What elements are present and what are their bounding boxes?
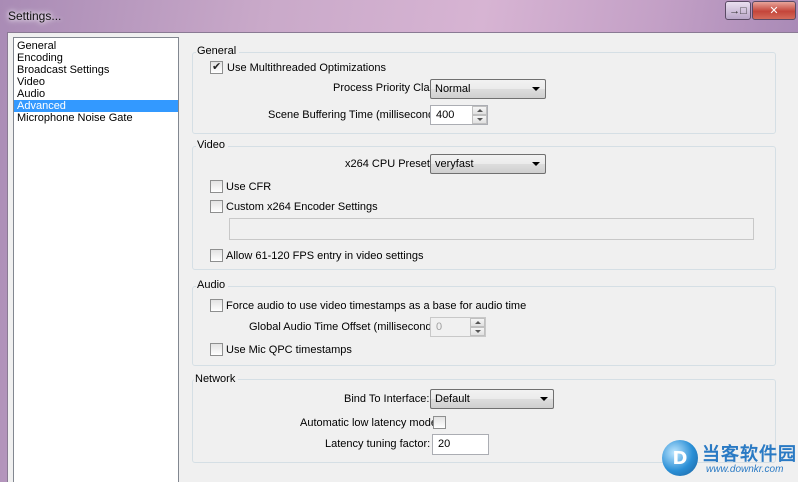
spin-up-icon[interactable] [472,106,487,115]
sidebar-item-encoding[interactable]: Encoding [14,52,178,64]
spin-down-icon[interactable] [470,327,485,336]
force-timestamps-checkbox[interactable] [210,299,223,312]
settings-window: Settings... →□ ✕ General Encoding Broadc… [0,0,798,482]
help-icon: →□ [729,4,747,17]
watermark-url: www.downkr.com [706,464,784,475]
window-title: Settings... [8,9,62,23]
watermark: D 当客软件园 www.downkr.com [660,436,798,482]
sidebar-item-general[interactable]: General [14,40,178,52]
spin-down-icon[interactable] [472,115,487,124]
multithreaded-checkbox[interactable] [210,60,223,74]
preset-dropdown[interactable]: veryfast [430,154,546,174]
audio-offset-value: 0 [436,321,443,333]
video-group-label: Video [196,139,228,151]
priority-dropdown[interactable]: Normal [430,79,546,99]
bind-interface-value: Default [435,393,470,405]
allow-fps-label: Allow 61-120 FPS entry in video settings [226,250,424,262]
watermark-name: 当客软件园 [702,444,797,465]
general-group-label: General [196,45,240,57]
chevron-down-icon [532,87,540,91]
allow-fps-checkbox[interactable] [210,249,223,262]
audio-offset-label: Global Audio Time Offset (milliseconds): [249,321,444,333]
title-bar[interactable]: Settings... →□ ✕ [0,0,798,32]
latency-factor-input[interactable]: 20 [432,434,489,455]
buffering-value: 400 [436,109,455,121]
sidebar-item-broadcast-settings[interactable]: Broadcast Settings [14,64,178,76]
sidebar-item-video[interactable]: Video [14,76,178,88]
help-button[interactable]: →□ [725,1,751,20]
close-button[interactable]: ✕ [752,1,796,20]
preset-label: x264 CPU Preset: [345,158,434,170]
multithreaded-label: Use Multithreaded Optimizations [227,62,386,74]
use-cfr-label: Use CFR [226,181,272,193]
priority-value: Normal [435,83,471,95]
preset-value: veryfast [435,158,474,170]
latency-factor-label: Latency tuning factor: [325,438,431,450]
low-latency-label: Automatic low latency mode: [300,417,441,429]
sidebar-item-advanced[interactable]: Advanced [14,100,178,112]
use-cfr-checkbox[interactable] [210,180,223,193]
bind-interface-label: Bind To Interface: [344,393,430,405]
custom-encoder-label: Custom x264 Encoder Settings [226,201,378,213]
chevron-down-icon [532,162,540,166]
mic-qpc-label: Use Mic QPC timestamps [226,344,352,356]
low-latency-checkbox[interactable] [433,416,446,429]
sidebar-item-microphone-noise-gate[interactable]: Microphone Noise Gate [14,112,178,124]
audio-offset-spinbox[interactable]: 0 [430,317,486,337]
chevron-down-icon [540,397,548,401]
close-icon: ✕ [769,5,779,17]
force-timestamps-label: Force audio to use video timestamps as a… [226,300,527,312]
sidebar-item-audio[interactable]: Audio [14,88,178,100]
downkr-logo-icon: D [662,440,698,476]
buffering-label: Scene Buffering Time (milliseconds): [268,109,447,121]
spin-up-icon[interactable] [470,318,485,327]
settings-category-list[interactable]: General Encoding Broadcast Settings Vide… [13,37,179,482]
custom-encoder-checkbox[interactable] [210,200,223,213]
priority-label: Process Priority Class [333,82,441,94]
mic-qpc-checkbox[interactable] [210,343,223,356]
audio-group-label: Audio [196,279,229,291]
buffering-spinbox[interactable]: 400 [430,105,488,125]
custom-encoder-input[interactable] [229,218,754,240]
network-group-label: Network [194,373,239,385]
bind-interface-dropdown[interactable]: Default [430,389,554,409]
